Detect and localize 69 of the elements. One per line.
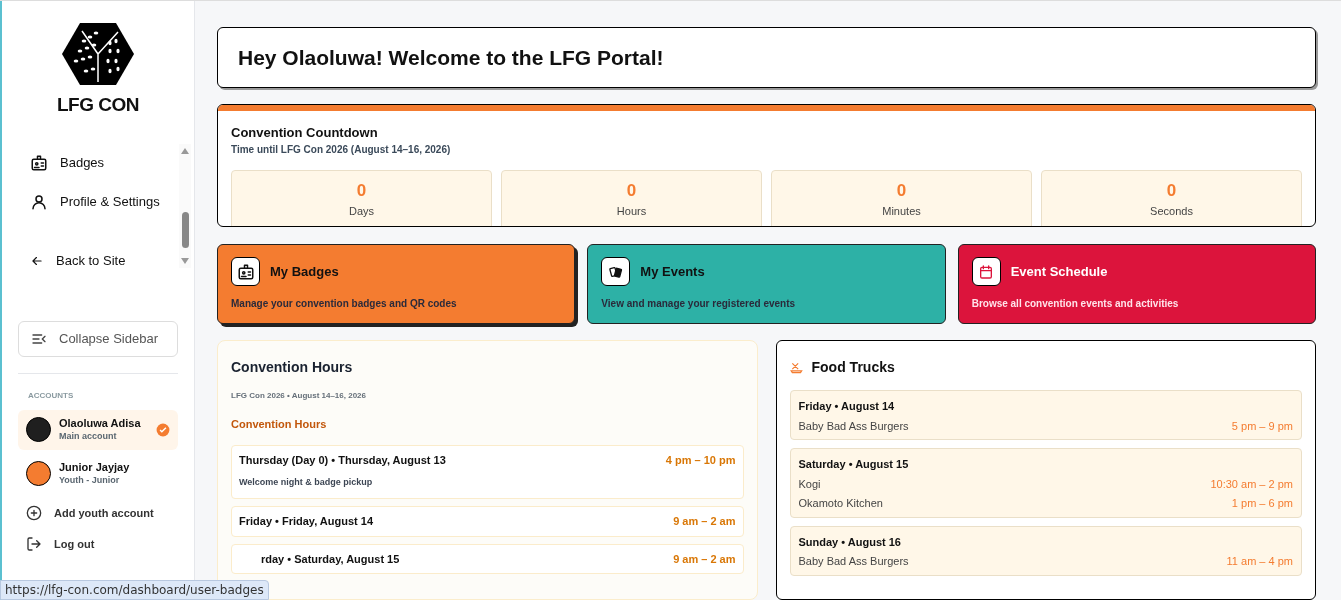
calendar-icon — [978, 263, 995, 280]
hours-subtitle: LFG Con 2026 • August 14–16, 2026 — [231, 390, 367, 402]
plus-circle-icon — [26, 505, 42, 521]
card-description: Browse all convention events and activities — [971, 297, 1180, 311]
hours-day: rday • Saturday, August 15 — [239, 550, 400, 567]
nav-item[interactable]: Back to Site — [30, 241, 179, 281]
account-item[interactable]: Junior Jayjay Youth - Junior — [18, 453, 178, 494]
nav-item[interactable]: Badges — [30, 143, 179, 183]
food-truck-name: Baby Bad Ass Burgers — [798, 418, 909, 434]
account-role: Main account — [59, 430, 118, 442]
countdown-label: Seconds — [1150, 204, 1193, 220]
account-name: Olaoluwa Adisa — [59, 417, 142, 431]
check-circle-icon — [156, 422, 170, 437]
card-title: My Badges — [270, 262, 339, 281]
account-name: Junior Jayjay — [59, 461, 131, 475]
account-action-link[interactable]: Log out — [26, 528, 170, 560]
hours-section-title: Convention Hours — [231, 417, 328, 432]
scroll-up-icon[interactable] — [181, 147, 189, 154]
hours-time: 9 am – 2 am — [673, 551, 736, 567]
dashboard-card[interactable]: My Events View and manage your registered events — [587, 244, 946, 324]
id-badge-icon — [236, 262, 255, 281]
card-description: View and manage your registered events — [601, 297, 797, 311]
countdown-value: 0 — [356, 182, 367, 200]
countdown-subtitle: Time until LFG Con 2026 (August 14–16, 2026) — [231, 143, 452, 158]
status-url-tooltip: https://lfg-con.com/dashboard/user-badges — [0, 580, 269, 600]
countdown-value: 0 — [1166, 182, 1177, 200]
accounts-heading: ACCOUNTS — [27, 389, 75, 402]
food-truck-time: 5 pm – 9 pm — [1231, 418, 1293, 434]
food-truck-name: Okamoto Kitchen — [798, 496, 883, 511]
hours-time: 9 am – 2 am — [673, 514, 736, 529]
hours-day: Friday • Friday, August 14 — [239, 513, 374, 530]
arrow-left-icon — [30, 254, 44, 268]
dashboard-card[interactable]: My Badges Manage your convention badges and QR codes — [217, 244, 576, 324]
countdown-value: 0 — [626, 182, 637, 200]
card-title: My Events — [640, 262, 705, 281]
hours-note: Welcome night & badge pickup — [239, 477, 373, 487]
scrollbar-thumb[interactable] — [181, 211, 189, 248]
food-truck-day: Saturday • August 15 — [798, 456, 1293, 473]
hours-title: Convention Hours — [231, 358, 354, 377]
countdown-title: Convention Countdown — [231, 123, 379, 142]
food-truck-time: 1 pm – 6 pm — [1231, 496, 1293, 511]
logout-icon — [26, 536, 42, 552]
food-truck-time: 11 am – 4 pm — [1226, 554, 1293, 569]
countdown-value: 0 — [896, 182, 907, 200]
collapse-sidebar-button[interactable]: Collapse Sidebar — [18, 320, 178, 357]
countdown-label: Days — [348, 204, 375, 220]
food-truck-name: Kogi — [798, 476, 821, 492]
logo-text: LFG CON — [56, 93, 140, 117]
food-truck-time: 10:30 am – 2 pm — [1210, 476, 1293, 492]
welcome-heading: Hey Olaoluwa! Welcome to the LFG Portal! — [238, 44, 664, 71]
hours-day: Thursday (Day 0) • Thursday, August 13 — [239, 451, 446, 468]
card-title: Event Schedule — [1010, 262, 1108, 281]
countdown-label: Minutes — [882, 204, 921, 220]
dice-logo-icon — [60, 21, 136, 87]
card-description: Manage your convention badges and QR codes — [231, 297, 458, 311]
id-badge-icon — [30, 154, 48, 172]
hours-time: 4 pm – 10 pm — [665, 452, 736, 468]
countdown-label: Hours — [616, 204, 647, 220]
nav-item[interactable]: Profile & Settings — [30, 182, 179, 222]
scroll-down-icon[interactable] — [181, 257, 189, 264]
account-role: Youth - Junior — [59, 474, 121, 486]
account-item[interactable]: Olaoluwa Adisa Main account — [18, 409, 178, 450]
food-truck-name: Baby Bad Ass Burgers — [798, 554, 909, 569]
user-icon — [30, 193, 48, 211]
dashboard-card[interactable]: Event Schedule Browse all convention events and activities — [957, 244, 1316, 324]
account-action-link[interactable]: Add youth account — [26, 497, 170, 529]
food-truck-day: Sunday • August 16 — [798, 533, 1293, 550]
food-truck-day: Friday • August 14 — [798, 398, 1293, 415]
food-trucks-title: Food Trucks — [811, 358, 895, 377]
